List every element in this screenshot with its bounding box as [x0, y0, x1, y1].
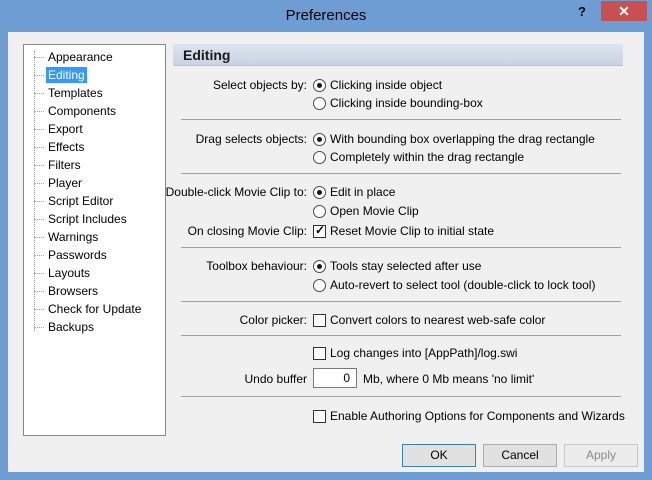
radio-label[interactable]: Edit in place — [330, 185, 395, 199]
tree-item-player[interactable]: Player — [28, 174, 163, 192]
dialog-body: Appearance Editing Templates Components … — [8, 32, 644, 472]
tree-item-effects[interactable]: Effects — [28, 138, 163, 156]
tree-item-label: Script Editor — [48, 194, 114, 208]
on-closing-label: On closing Movie Clip: — [187, 224, 307, 238]
window-title: Preferences — [285, 7, 367, 24]
tree-item-label: Passwords — [48, 248, 107, 262]
tree-item-label: Editing — [46, 67, 87, 83]
checkbox-label[interactable]: Reset Movie Clip to initial state — [330, 224, 494, 238]
tree-item-script-includes[interactable]: Script Includes — [28, 210, 163, 228]
radio-clicking-inside-bounding-box[interactable] — [313, 97, 326, 110]
radio-label[interactable]: Clicking inside object — [330, 78, 442, 92]
separator — [181, 335, 621, 336]
web-safe-color-checkbox[interactable] — [313, 314, 326, 327]
separator — [181, 301, 621, 302]
tree-item-templates[interactable]: Templates — [28, 84, 163, 102]
radio-auto-revert[interactable] — [313, 279, 326, 292]
tree-item-label: Appearance — [48, 50, 113, 64]
authoring-options-checkbox[interactable] — [313, 410, 326, 423]
tree-item-script-editor[interactable]: Script Editor — [28, 192, 163, 210]
radio-label[interactable]: Completely within the drag rectangle — [330, 150, 524, 164]
radio-open-movie-clip[interactable] — [313, 205, 326, 218]
tree-item-check-for-update[interactable]: Check for Update — [28, 300, 163, 318]
undo-buffer-label: Undo buffer — [244, 372, 308, 386]
tree-item-label: Backups — [48, 320, 95, 334]
radio-bounding-box-overlapping[interactable] — [313, 133, 326, 146]
tree-item-editing[interactable]: Editing — [28, 66, 163, 84]
tree-item-label: Effects — [48, 140, 85, 154]
close-button[interactable]: ✕ — [601, 1, 647, 21]
toolbox-label: Toolbox behaviour: — [206, 259, 307, 273]
radio-completely-within[interactable] — [313, 151, 326, 164]
tree-item-browsers[interactable]: Browsers — [28, 282, 163, 300]
checkbox-label[interactable]: Enable Authoring Options for Components … — [330, 409, 625, 423]
tree-item-label: Filters — [48, 158, 81, 172]
separator — [181, 173, 621, 174]
tree-item-label: Check for Update — [48, 302, 142, 316]
tree-item-label: Templates — [48, 86, 103, 100]
separator — [181, 396, 621, 397]
preferences-window: Preferences ? ✕ Appearance Editing Templ… — [0, 0, 652, 480]
title-bar[interactable]: Preferences ? ✕ — [0, 0, 652, 32]
separator — [181, 247, 621, 248]
radio-clicking-inside-object[interactable] — [313, 79, 326, 92]
apply-button[interactable]: Apply — [564, 444, 638, 467]
tree-item-appearance[interactable]: Appearance — [28, 48, 163, 66]
radio-label[interactable]: With bounding box overlapping the drag r… — [330, 132, 595, 146]
ok-button[interactable]: OK — [402, 444, 476, 467]
reset-movie-clip-checkbox[interactable] — [313, 223, 326, 238]
tree-item-label: Warnings — [48, 230, 99, 244]
radio-label[interactable]: Open Movie Clip — [330, 204, 419, 218]
checkbox-label[interactable]: Log changes into [AppPath]/log.swi — [330, 346, 517, 360]
select-objects-label: Select objects by: — [212, 78, 307, 92]
tree-item-passwords[interactable]: Passwords — [28, 246, 163, 264]
drag-selects-label: Drag selects objects: — [195, 132, 307, 146]
editing-panel: Editing Select objects by: Clicking insi… — [166, 44, 625, 436]
radio-label[interactable]: Tools stay selected after use — [330, 259, 481, 273]
category-tree[interactable]: Appearance Editing Templates Components … — [23, 44, 166, 436]
separator — [181, 119, 621, 120]
help-button[interactable]: ? — [568, 4, 596, 24]
tree-item-components[interactable]: Components — [28, 102, 163, 120]
tree-item-filters[interactable]: Filters — [28, 156, 163, 174]
undo-buffer-suffix: Mb, where 0 Mb means 'no limit' — [363, 372, 535, 386]
log-changes-checkbox[interactable] — [313, 347, 326, 360]
checkbox-label[interactable]: Convert colors to nearest web-safe color — [330, 313, 545, 327]
tree-item-export[interactable]: Export — [28, 120, 163, 138]
double-click-label: Double-click Movie Clip to: — [165, 185, 307, 199]
cancel-button[interactable]: Cancel — [483, 444, 557, 467]
tree-item-label: Script Includes — [48, 212, 127, 226]
panel-title: Editing — [183, 47, 231, 63]
tree-item-label: Components — [48, 104, 117, 118]
panel-header: Editing — [173, 44, 623, 66]
radio-label[interactable]: Clicking inside bounding-box — [330, 96, 483, 110]
undo-buffer-input[interactable]: 0 — [313, 368, 357, 388]
tree-item-label: Layouts — [48, 266, 91, 280]
tree-item-label: Player — [48, 176, 83, 190]
color-picker-label: Color picker: — [239, 313, 307, 327]
tree-item-layouts[interactable]: Layouts — [28, 264, 163, 282]
radio-tools-stay-selected[interactable] — [313, 260, 326, 273]
tree-item-backups[interactable]: Backups — [28, 318, 163, 336]
radio-edit-in-place[interactable] — [313, 186, 326, 199]
tree-item-label: Export — [48, 122, 83, 136]
tree-item-warnings[interactable]: Warnings — [28, 228, 163, 246]
radio-label[interactable]: Auto-revert to select tool (double-click… — [330, 278, 595, 292]
tree-item-label: Browsers — [48, 284, 99, 298]
